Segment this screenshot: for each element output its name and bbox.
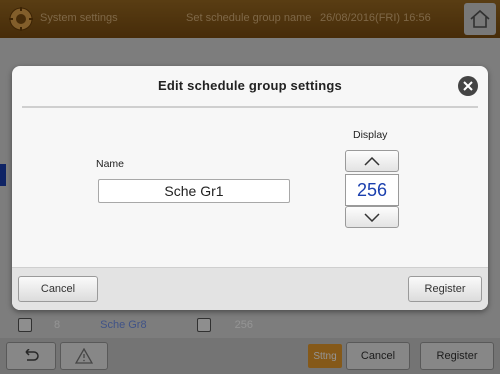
register-button[interactable]: Register (408, 276, 482, 302)
display-increment-button[interactable] (345, 150, 399, 172)
display-label: Display (353, 129, 388, 141)
dialog-title: Edit schedule group settings (157, 78, 342, 93)
title-divider (22, 106, 478, 108)
cancel-button[interactable]: Cancel (18, 276, 98, 302)
edit-schedule-group-dialog: Edit schedule group settings Name Sche G… (12, 66, 488, 310)
dialog-footer: Cancel Register (12, 267, 488, 310)
close-icon (463, 81, 473, 91)
display-decrement-button[interactable] (345, 206, 399, 228)
close-button[interactable] (458, 76, 478, 96)
name-label: Name (96, 158, 125, 170)
chevron-up-icon (364, 156, 380, 166)
display-value: 256 (345, 174, 399, 206)
name-input[interactable]: Sche Gr1 (98, 179, 290, 203)
chevron-down-icon (364, 212, 380, 222)
